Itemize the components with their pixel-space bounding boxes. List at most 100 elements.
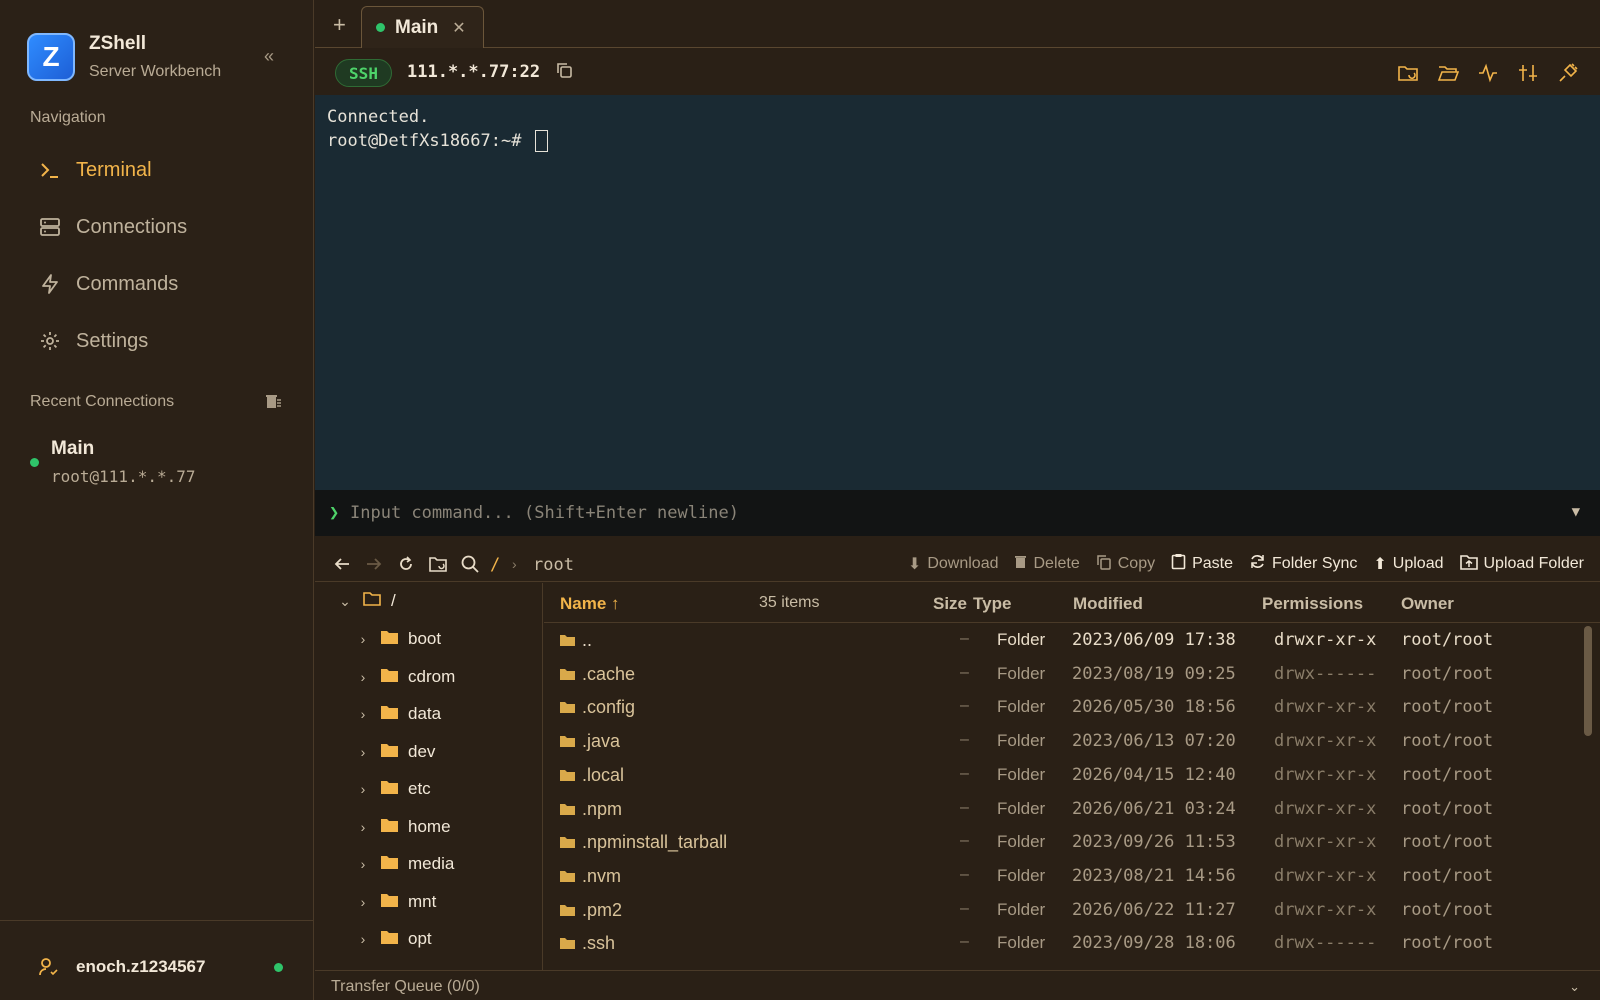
column-header-type[interactable]: Type <box>973 594 1011 614</box>
file-type: Folder <box>997 933 1046 953</box>
disconnect-plug-icon[interactable] <box>1556 61 1580 85</box>
chevron-right-icon[interactable]: › <box>355 781 371 797</box>
chevron-right-icon[interactable]: › <box>355 856 371 872</box>
tree-item-folder[interactable]: › etc <box>355 779 431 799</box>
column-header-name[interactable]: Name ↑ <box>560 594 620 614</box>
tree-item-folder[interactable]: › media <box>355 854 455 874</box>
table-row[interactable]: .local – Folder 2026/04/15 12:40 drwxr-xr-x r… <box>544 759 1584 793</box>
sidebar-item-commands[interactable]: Commands <box>38 266 178 302</box>
breadcrumb-current[interactable]: root <box>533 555 574 575</box>
sidebar-item-label: Commands <box>76 272 179 295</box>
tree-item-folder[interactable]: › dev <box>355 742 436 762</box>
column-header-modified[interactable]: Modified <box>1073 594 1143 614</box>
table-row[interactable]: .npm – Folder 2026/06/21 03:24 drwxr-xr-x roo… <box>544 793 1584 827</box>
app-window: Z ZShell Server Workbench « Navigation T… <box>0 0 1600 1000</box>
activity-icon[interactable] <box>1476 61 1500 85</box>
copy-button[interactable]: Copy <box>1096 554 1155 575</box>
scrollbar[interactable] <box>1584 626 1592 736</box>
forward-arrow-icon[interactable] <box>363 553 385 575</box>
table-row[interactable]: .nvm – Folder 2023/08/21 14:56 drwxr-xr-x roo… <box>544 860 1584 894</box>
breadcrumb-root[interactable]: / <box>490 555 500 575</box>
folder-open-icon[interactable] <box>1436 61 1460 85</box>
column-header-permissions[interactable]: Permissions <box>1262 594 1363 614</box>
file-modified: 2023/09/28 18:06 <box>1072 933 1236 954</box>
tree-item-label: media <box>408 854 455 873</box>
tree-item-folder[interactable]: › mnt <box>355 892 437 912</box>
file-owner: root/root <box>1401 764 1494 785</box>
file-type: Folder <box>997 697 1046 717</box>
sync-icon <box>1249 553 1266 575</box>
tree-item-folder[interactable]: › boot <box>355 629 441 649</box>
chevron-right-icon[interactable]: › <box>355 706 371 722</box>
clear-recent-icon[interactable] <box>264 392 282 415</box>
table-row[interactable]: .cache – Folder 2023/08/19 09:25 drwx------ r… <box>544 658 1584 692</box>
close-tab-icon[interactable]: ✕ <box>452 18 465 38</box>
action-label: Copy <box>1117 555 1156 572</box>
delete-button[interactable]: Delete <box>1014 554 1080 574</box>
chevron-right-icon[interactable]: › <box>355 631 371 647</box>
tree-item-folder[interactable]: › home <box>355 817 451 837</box>
upload-icon: ⬆ <box>1373 556 1387 573</box>
folder-icon <box>560 869 575 887</box>
tree-item-folder[interactable]: › cdrom <box>355 667 456 687</box>
recent-connection-name: Main <box>51 438 95 459</box>
folder-sync-icon[interactable] <box>427 553 449 575</box>
user-bar[interactable]: enoch.z1234567 <box>0 920 314 1000</box>
refresh-icon[interactable] <box>395 553 417 575</box>
folder-icon <box>381 929 398 949</box>
file-size: – <box>960 832 969 850</box>
chevron-right-icon[interactable]: › <box>355 931 371 947</box>
table-row[interactable]: .config – Folder 2026/05/30 18:56 drwxr-xr-x… <box>544 691 1584 725</box>
chevron-down-icon[interactable]: ⌄ <box>1569 979 1580 995</box>
tree-item-root[interactable]: ⌄ / <box>337 591 396 611</box>
file-modified: 2026/06/22 11:27 <box>1072 899 1236 920</box>
action-label: Delete <box>1033 555 1080 572</box>
chevron-right-icon[interactable]: › <box>355 894 371 910</box>
upload-folder-button[interactable]: Upload Folder <box>1459 554 1585 575</box>
file-size: – <box>960 630 969 647</box>
file-type: Folder <box>997 832 1046 852</box>
column-header-size[interactable]: Size <box>933 594 967 614</box>
table-row[interactable]: .pm2 – Folder 2026/06/22 11:27 drwxr-xr-x roo… <box>544 894 1584 928</box>
tree-item-folder[interactable]: › data <box>355 704 441 724</box>
file-type: Folder <box>997 798 1046 818</box>
terminal-output[interactable]: Connected. root@DetfXs18667:~# <box>315 95 1600 490</box>
chevron-right-icon[interactable]: › <box>355 819 371 835</box>
tree-item-folder[interactable]: › opt <box>355 929 432 949</box>
table-row[interactable]: .ssh – Folder 2023/09/28 18:06 drwx------ roo… <box>544 927 1584 961</box>
file-owner: root/root <box>1401 663 1494 684</box>
sidebar-item-terminal[interactable]: Terminal <box>38 152 152 188</box>
tree-item-label: boot <box>408 629 442 648</box>
tree-item-label: home <box>408 816 451 836</box>
sidebar-item-connections[interactable]: Connections <box>38 209 187 245</box>
command-input[interactable] <box>350 499 1530 527</box>
column-header-owner[interactable]: Owner <box>1401 594 1454 614</box>
upload-button[interactable]: ⬆ Upload <box>1373 554 1443 574</box>
transfer-queue-bar[interactable]: Transfer Queue (0/0) ⌄ <box>315 970 1600 1000</box>
action-label: Upload Folder <box>1483 555 1585 572</box>
new-tab-button[interactable]: + <box>333 12 346 38</box>
chevron-right-icon[interactable]: › <box>355 669 371 685</box>
file-permissions: drwxr-xr-x <box>1274 832 1377 853</box>
back-arrow-icon[interactable] <box>331 553 353 575</box>
sidebar-item-settings[interactable]: Settings <box>38 323 148 359</box>
chevron-down-icon[interactable]: ⌄ <box>337 593 353 610</box>
chevron-right-icon[interactable]: › <box>355 744 371 760</box>
table-row[interactable]: .npminstall_tarball – Folder 2023/09/26 11:… <box>544 826 1584 860</box>
tab-main[interactable]: Main ✕ <box>361 6 484 48</box>
chevron-down-icon[interactable]: ▼ <box>1572 504 1580 520</box>
folder-icon <box>560 768 575 786</box>
folder-outline-icon <box>363 591 381 611</box>
file-permissions: drwxr-xr-x <box>1274 899 1377 920</box>
folder-sync-icon[interactable] <box>1396 61 1420 85</box>
table-row[interactable]: .java – Folder 2023/06/13 07:20 drwxr-xr-x ro… <box>544 725 1584 759</box>
copy-host-icon[interactable] <box>555 61 573 84</box>
paste-button[interactable]: Paste <box>1171 553 1233 575</box>
download-button[interactable]: ⬇ Download <box>908 554 999 574</box>
folder-sync-button[interactable]: Folder Sync <box>1249 553 1357 575</box>
search-icon[interactable] <box>459 553 481 575</box>
table-row[interactable]: .. – Folder 2023/06/09 17:38 drwxr-xr-x root/… <box>544 624 1584 658</box>
file-type: Folder <box>997 663 1046 683</box>
collapse-sidebar-icon[interactable]: « <box>264 46 274 67</box>
port-forward-icon[interactable] <box>1516 61 1540 85</box>
